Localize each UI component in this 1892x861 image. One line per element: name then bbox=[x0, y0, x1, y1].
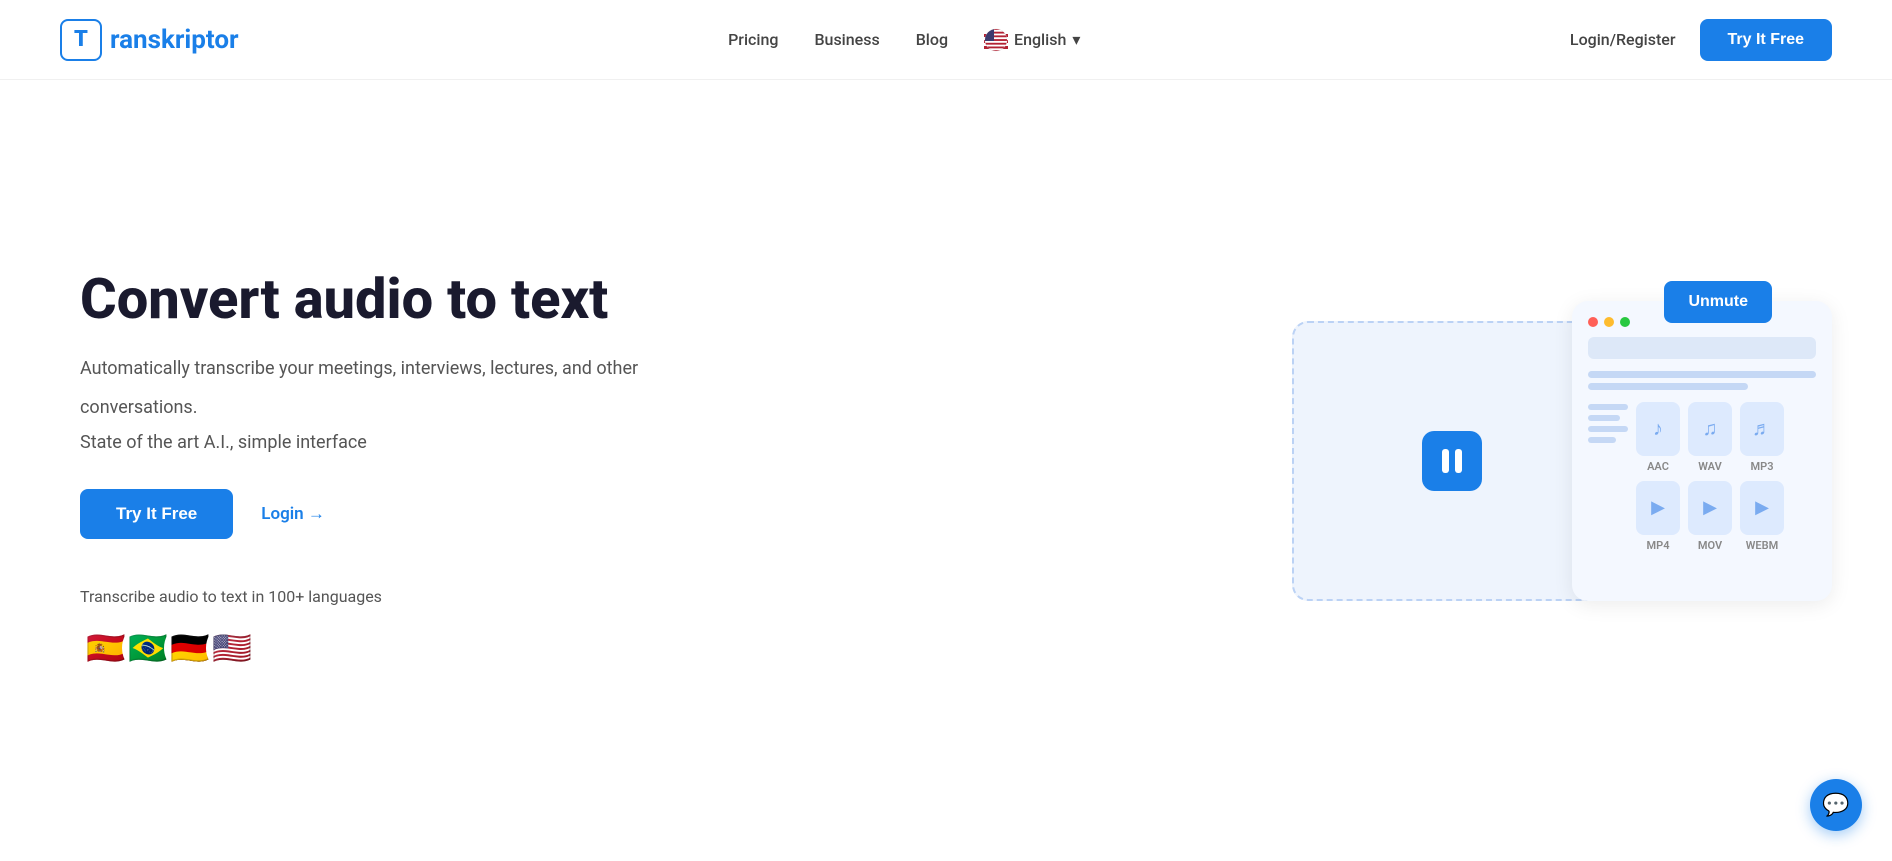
nav-pricing[interactable]: Pricing bbox=[728, 30, 778, 49]
header: T ranskriptor Pricing Business Blog bbox=[0, 0, 1892, 80]
format-webm: ▶ WEBM bbox=[1740, 481, 1784, 552]
text-line-2 bbox=[1588, 383, 1748, 390]
try-it-free-header-button[interactable]: Try It Free bbox=[1700, 19, 1832, 61]
flag-english: 🇺🇸 bbox=[206, 622, 258, 674]
pause-bar-left bbox=[1442, 449, 1449, 473]
logo-text: ranskriptor bbox=[110, 25, 239, 55]
formats-grid: ♪ AAC ♫ WAV ♬ bbox=[1636, 402, 1784, 552]
language-label: English bbox=[1014, 30, 1066, 49]
aac-icon: ♪ bbox=[1636, 402, 1680, 456]
chevron-down-icon: ▾ bbox=[1072, 30, 1080, 49]
hero-right: Unmute bbox=[1272, 261, 1832, 681]
formats-card: ♪ AAC ♫ WAV ♬ bbox=[1572, 301, 1832, 601]
hero-left: Convert audio to text Automatically tran… bbox=[80, 267, 638, 675]
hero-subtitle-2: conversations. bbox=[80, 394, 638, 423]
try-it-free-hero-button[interactable]: Try It Free bbox=[80, 489, 233, 539]
nav-blog[interactable]: Blog bbox=[916, 30, 948, 49]
format-mov: ▶ MOV bbox=[1688, 481, 1732, 552]
dot-yellow bbox=[1604, 317, 1614, 327]
hero-section: Convert audio to text Automatically tran… bbox=[0, 80, 1892, 861]
pause-bar-right bbox=[1455, 449, 1462, 473]
mp3-icon: ♬ bbox=[1740, 402, 1784, 456]
webm-icon: ▶ bbox=[1740, 481, 1784, 535]
wav-icon: ♫ bbox=[1688, 402, 1732, 456]
hero-title: Convert audio to text bbox=[80, 267, 638, 331]
main-nav: Pricing Business Blog bbox=[728, 28, 1080, 52]
mp4-icon: ▶ bbox=[1636, 481, 1680, 535]
logo-icon: T bbox=[60, 19, 102, 61]
format-mp3: ♬ MP3 bbox=[1740, 402, 1784, 473]
hero-actions: Try It Free Login → bbox=[80, 489, 638, 539]
hero-subtitle-1: Automatically transcribe your meetings, … bbox=[80, 355, 638, 384]
format-aac: ♪ AAC bbox=[1636, 402, 1680, 473]
search-bar bbox=[1588, 337, 1816, 359]
side-text-lines bbox=[1588, 404, 1628, 443]
pause-icon bbox=[1442, 449, 1462, 473]
dot-red bbox=[1588, 317, 1598, 327]
unmute-button[interactable]: Unmute bbox=[1664, 281, 1772, 323]
language-selector[interactable]: English ▾ bbox=[984, 28, 1080, 52]
pause-button[interactable] bbox=[1422, 431, 1482, 491]
flags-row: 🇪🇸 🇧🇷 🇩🇪 🇺🇸 bbox=[80, 622, 638, 674]
header-right: Login/Register Try It Free bbox=[1570, 19, 1832, 61]
text-line-1 bbox=[1588, 371, 1816, 378]
mov-icon: ▶ bbox=[1688, 481, 1732, 535]
hero-login-link[interactable]: Login → bbox=[261, 504, 325, 524]
flag-us-icon bbox=[984, 28, 1008, 52]
dot-green bbox=[1620, 317, 1630, 327]
chat-icon: 💬 bbox=[1822, 792, 1849, 818]
format-mp4: ▶ MP4 bbox=[1636, 481, 1680, 552]
formats-area: ♪ AAC ♫ WAV ♬ bbox=[1588, 402, 1816, 552]
text-lines bbox=[1588, 371, 1816, 390]
hero-subtitle-3: State of the art A.I., simple interface bbox=[80, 432, 638, 453]
login-register-link[interactable]: Login/Register bbox=[1570, 30, 1676, 49]
logo[interactable]: T ranskriptor bbox=[60, 19, 239, 61]
format-wav: ♫ WAV bbox=[1688, 402, 1732, 473]
lang-label: Transcribe audio to text in 100+ languag… bbox=[80, 587, 638, 606]
chat-button[interactable]: 💬 bbox=[1810, 779, 1862, 831]
demo-card bbox=[1292, 321, 1612, 601]
nav-business[interactable]: Business bbox=[814, 30, 879, 49]
